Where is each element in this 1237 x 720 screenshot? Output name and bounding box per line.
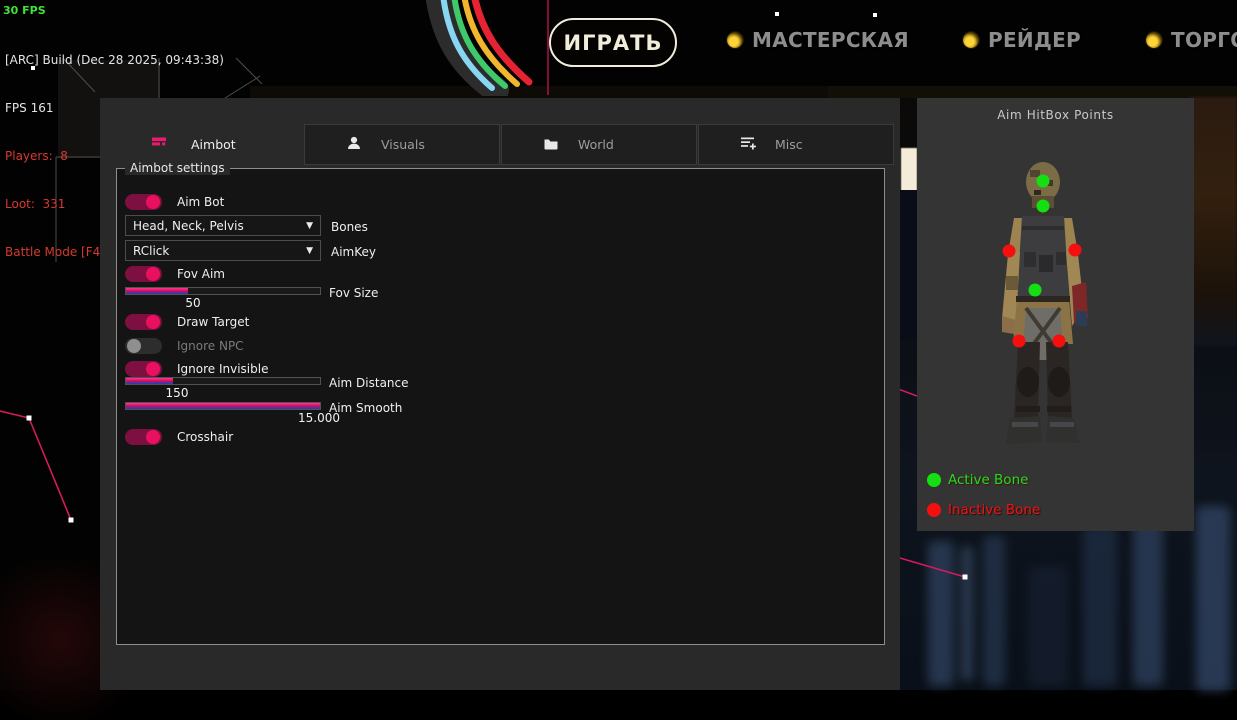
- coin-icon: [963, 32, 979, 48]
- crosshair-toggle[interactable]: [125, 429, 162, 445]
- tab-label: Misc: [775, 137, 803, 152]
- tab-label: Aimbot: [191, 137, 236, 152]
- legend-label: Inactive Bone: [948, 502, 1040, 518]
- group-title: Aimbot settings: [125, 161, 230, 175]
- tab-aimbot[interactable]: Aimbot: [108, 124, 304, 165]
- ignore-invisible-toggle[interactable]: [125, 361, 162, 377]
- draw-target-toggle[interactable]: [125, 314, 162, 330]
- toggle-knob: [146, 315, 160, 329]
- tab-visuals[interactable]: Visuals: [304, 124, 500, 165]
- bone-dot-left-hip: [1013, 335, 1026, 348]
- toggle-knob: [127, 339, 141, 353]
- aim-bot-toggle[interactable]: [125, 194, 162, 210]
- tab-misc[interactable]: Misc: [698, 124, 894, 165]
- aim-distance-value: 150: [125, 386, 229, 400]
- slider-fill: [126, 403, 320, 409]
- ignore-invisible-row: Ignore Invisible: [125, 360, 268, 377]
- bone-dot-right-shoulder: [1069, 244, 1082, 257]
- fov-size-slider[interactable]: [125, 287, 321, 295]
- bones-dropdown-value: Head, Neck, Pelvis: [133, 219, 244, 233]
- aimkey-dropdown[interactable]: RClick ▼: [125, 240, 321, 261]
- aimkey-dropdown-value: RClick: [133, 244, 169, 258]
- aim-smooth-label: Aim Smooth: [329, 401, 402, 415]
- menu-item-label: ТОРГОВЛЯ: [1171, 28, 1237, 52]
- coin-icon: [1146, 32, 1162, 48]
- bone-dot-right-hip: [1053, 335, 1066, 348]
- slider-fill: [126, 288, 188, 294]
- inactive-bone-dot-icon: [927, 503, 941, 517]
- aimkey-label: AimKey: [331, 245, 376, 259]
- legend-inactive-bone: Inactive Bone: [927, 502, 1040, 518]
- bones-label: Bones: [331, 220, 368, 234]
- fov-aim-toggle[interactable]: [125, 266, 162, 282]
- folder-icon: [544, 135, 558, 154]
- ignore-npc-row: Ignore NPC: [125, 337, 244, 354]
- draw-target-row: Draw Target: [125, 313, 249, 330]
- ignore-npc-label: Ignore NPC: [177, 339, 244, 353]
- fov-size-label: Fov Size: [329, 286, 378, 300]
- aim-bot-label: Aim Bot: [177, 195, 224, 209]
- toggle-knob: [146, 195, 160, 209]
- aim-distance-slider[interactable]: [125, 377, 321, 385]
- bone-dot-head: [1037, 175, 1050, 188]
- tab-world[interactable]: World: [501, 124, 697, 165]
- sliders-icon: [741, 135, 756, 154]
- slider-fill: [126, 378, 173, 384]
- bone-dot-spine: [1029, 284, 1042, 297]
- chevron-down-icon: ▼: [306, 246, 313, 256]
- menu-item-workshop[interactable]: МАСТЕРСКАЯ: [727, 28, 909, 52]
- bone-dot-neck: [1037, 200, 1050, 213]
- ignore-npc-toggle[interactable]: [125, 338, 162, 354]
- legend-label: Active Bone: [948, 472, 1028, 488]
- hud-fps-overlay: 30 FPS: [3, 1, 46, 21]
- pistol-icon: [152, 135, 167, 154]
- person-icon: [347, 135, 361, 154]
- aim-distance-label: Aim Distance: [329, 376, 409, 390]
- crosshair-label: Crosshair: [177, 430, 233, 444]
- toggle-knob: [146, 362, 160, 376]
- aimbot-settings-group: Aimbot settings Aim Bot Head, Neck, Pelv…: [116, 168, 885, 645]
- toggle-knob: [146, 430, 160, 444]
- aim-smooth-slider[interactable]: [125, 402, 321, 410]
- hitbox-panel: Aim HitBox Points: [917, 98, 1194, 531]
- menu-item-label: МАСТЕРСКАЯ: [752, 28, 909, 52]
- fov-aim-row: Fov Aim: [125, 265, 225, 282]
- toggle-knob: [146, 267, 160, 281]
- chevron-down-icon: ▼: [306, 221, 313, 231]
- menu-item-label: РЕЙДЕР: [988, 28, 1081, 52]
- ignore-invisible-label: Ignore Invisible: [177, 362, 268, 376]
- draw-target-label: Draw Target: [177, 315, 249, 329]
- cheat-window: Aimbot Visuals World Mi: [100, 98, 900, 690]
- active-bone-dot-icon: [927, 473, 941, 487]
- play-button[interactable]: ИГРАТЬ: [549, 18, 677, 67]
- bone-dot-layer: [917, 98, 1194, 531]
- fov-aim-label: Fov Aim: [177, 267, 225, 281]
- fov-size-value: 50: [125, 296, 261, 310]
- aim-bot-row: Aim Bot: [125, 193, 224, 210]
- bone-dot-left-shoulder: [1003, 245, 1016, 258]
- crosshair-row: Crosshair: [125, 428, 233, 445]
- tab-label: World: [578, 137, 614, 152]
- menu-item-raider[interactable]: РЕЙДЕР: [963, 28, 1081, 52]
- bones-dropdown[interactable]: Head, Neck, Pelvis ▼: [125, 215, 321, 236]
- menu-item-trade[interactable]: ТОРГОВЛЯ: [1146, 28, 1237, 52]
- legend-active-bone: Active Bone: [927, 472, 1028, 488]
- tab-label: Visuals: [381, 137, 425, 152]
- coin-icon: [727, 32, 743, 48]
- hud-build: [ARC] Build (Dec 28 2025, 09:43:38): [5, 42, 224, 70]
